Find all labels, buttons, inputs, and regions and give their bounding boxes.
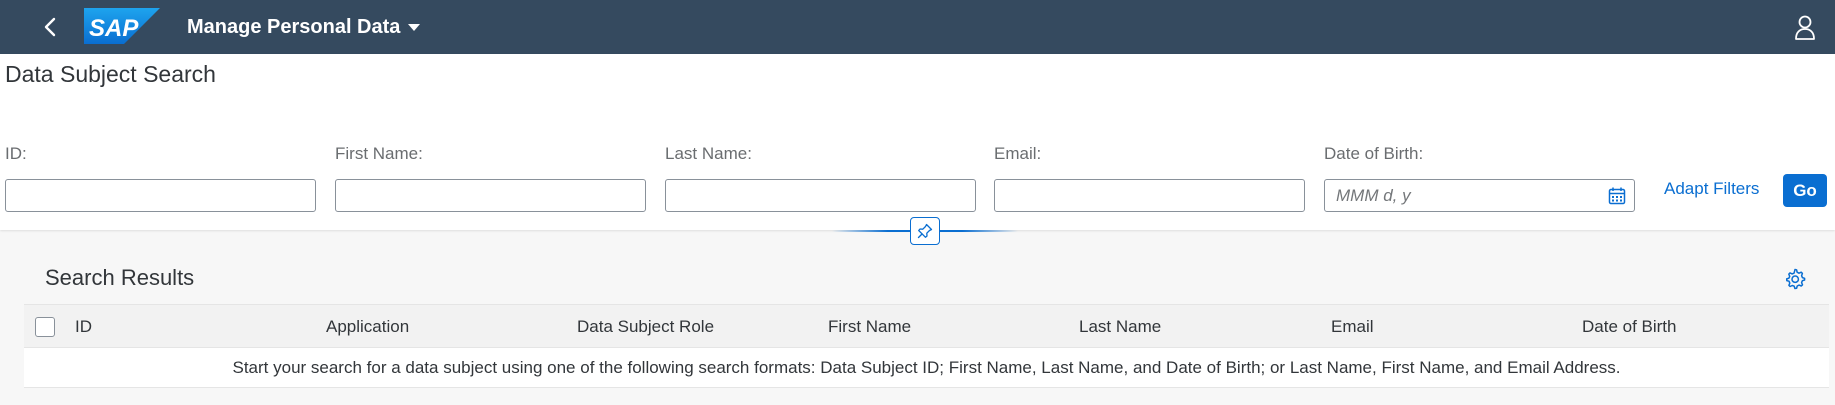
column-header-first-name[interactable]: First Name <box>828 317 911 337</box>
filter-email-label: Email: <box>994 144 1042 163</box>
column-header-application[interactable]: Application <box>326 317 409 337</box>
shell-bar: SAP Manage Personal Data <box>0 0 1835 54</box>
email-input[interactable] <box>995 180 1304 211</box>
first-name-input[interactable] <box>336 180 645 211</box>
chevron-left-icon <box>44 17 56 37</box>
filter-date-of-birth-label: Date of Birth: <box>1324 144 1424 163</box>
user-avatar-button[interactable] <box>1791 13 1819 41</box>
filter-first-name: First Name: <box>335 144 646 212</box>
table-header-row: ID Application Data Subject Role First N… <box>24 304 1829 348</box>
filter-last-name: Last Name: <box>665 144 976 212</box>
column-header-email[interactable]: Email <box>1331 317 1374 337</box>
last-name-input[interactable] <box>666 180 975 211</box>
page-header: Data Subject Search ID: First Name: Last… <box>0 54 1835 230</box>
column-header-date-of-birth[interactable]: Date of Birth <box>1582 317 1677 337</box>
app-title-menu[interactable]: Manage Personal Data <box>187 14 421 40</box>
gear-icon <box>1785 268 1806 290</box>
select-all-checkbox[interactable] <box>35 317 55 337</box>
column-header-data-subject-role[interactable]: Data Subject Role <box>577 317 714 337</box>
search-results-title: Search Results <box>45 265 195 290</box>
filter-first-name-field[interactable] <box>335 179 646 212</box>
no-data-message: Start your search for a data subject usi… <box>232 357 1621 377</box>
person-icon <box>1795 15 1815 40</box>
column-header-id[interactable]: ID <box>75 317 92 337</box>
date-of-birth-input[interactable] <box>1325 180 1634 211</box>
svg-text:SAP: SAP <box>89 15 139 42</box>
column-header-last-name[interactable]: Last Name <box>1079 317 1161 337</box>
filter-id-field[interactable] <box>5 179 316 212</box>
app-title: Manage Personal Data <box>187 15 401 38</box>
search-results-table: ID Application Data Subject Role First N… <box>24 304 1829 388</box>
table-empty-row: Start your search for a data subject usi… <box>24 348 1829 388</box>
filter-email-field[interactable] <box>994 179 1305 212</box>
filter-email: Email: <box>994 144 1305 212</box>
id-input[interactable] <box>6 180 315 211</box>
filter-first-name-label: First Name: <box>335 144 423 163</box>
pin-icon <box>917 223 933 239</box>
filter-id: ID: <box>5 144 316 212</box>
adapt-filters-button[interactable]: Adapt Filters <box>1664 179 1759 199</box>
filter-id-label: ID: <box>5 144 27 163</box>
go-button[interactable]: Go <box>1783 174 1827 207</box>
filter-date-of-birth-field[interactable] <box>1324 179 1635 212</box>
filter-last-name-field[interactable] <box>665 179 976 212</box>
caret-down-icon <box>408 23 421 31</box>
table-settings-button[interactable] <box>1784 268 1806 290</box>
calendar-icon[interactable] <box>1608 187 1626 205</box>
back-button[interactable] <box>34 11 66 43</box>
filter-last-name-label: Last Name: <box>665 144 752 163</box>
sap-logo: SAP <box>84 8 160 44</box>
pin-header-button[interactable] <box>910 217 940 245</box>
page-title: Data Subject Search <box>5 61 216 87</box>
filter-date-of-birth: Date of Birth: <box>1324 144 1635 212</box>
